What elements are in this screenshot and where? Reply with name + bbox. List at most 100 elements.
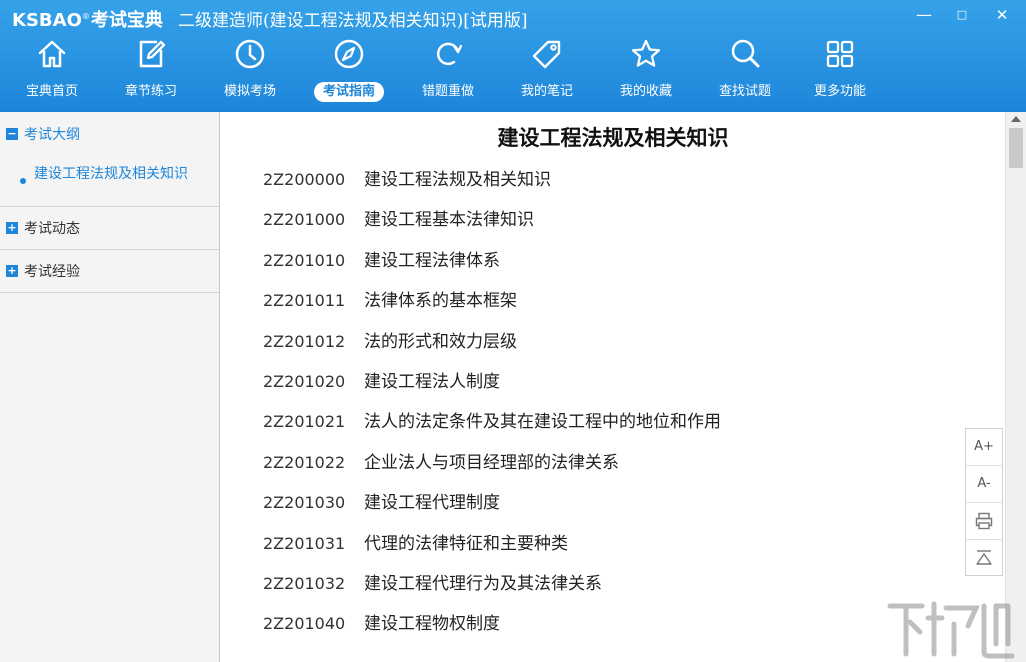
outline-row: 2Z201020 建设工程法人制度 <box>263 370 500 394</box>
outline-code: 2Z200000 <box>263 170 346 189</box>
bullet-icon <box>20 178 26 184</box>
sidebar-item-label: 建设工程法规及相关知识 <box>34 166 188 182</box>
sidebar: − 考试大纲 建设工程法规及相关知识 + 考试动态 + 考试经验 <box>0 112 220 662</box>
outline-code: 2Z201040 <box>263 614 346 633</box>
site-watermark <box>884 598 1024 660</box>
print-icon <box>975 512 993 530</box>
toolbar-item-label: 更多功能 <box>813 84 866 99</box>
toolbar-item-redo-wrong[interactable]: 错题重做 <box>403 32 493 112</box>
app-logo: KSBAO ® 考试宝典 <box>12 6 163 31</box>
sidebar-section-header[interactable]: + 考试动态 <box>6 218 80 238</box>
expand-icon[interactable]: + <box>6 222 18 234</box>
sidebar-section-header[interactable]: + 考试经验 <box>6 261 80 281</box>
search-icon <box>731 39 760 68</box>
toolbar-item-label: 章节练习 <box>124 84 177 99</box>
toolbar-item-label: 查找试题 <box>718 84 771 99</box>
toolbar-item-chapter-practice[interactable]: 章节练习 <box>106 32 196 112</box>
outline-code: 2Z201032 <box>263 574 346 593</box>
toolbar-item-mock-exam[interactable]: 模拟考场 <box>205 32 295 112</box>
logo-text-en: KSBAO <box>12 10 82 31</box>
toolbar-item-label: 我的笔记 <box>520 84 573 99</box>
collapse-icon[interactable]: − <box>6 128 18 140</box>
star-icon <box>631 39 661 67</box>
app-header: KSBAO ® 考试宝典 二级建造师(建设工程法规及相关知识)[试用版] — □… <box>0 0 1026 112</box>
outline-title: 建设工程代理制度 <box>364 493 500 513</box>
outline-title: 代理的法律特征和主要种类 <box>364 534 568 554</box>
outline-code: 2Z201010 <box>263 251 346 270</box>
outline-code: 2Z201022 <box>263 453 346 472</box>
back-to-top-button[interactable] <box>966 540 1002 577</box>
refresh-icon <box>437 42 463 66</box>
maximize-button[interactable]: □ <box>944 0 980 32</box>
outline-code: 2Z201011 <box>263 291 346 310</box>
outline-title: 建设工程法规及相关知识 <box>364 170 551 190</box>
outline-row: 2Z201021 法人的法定条件及其在建设工程中的地位和作用 <box>263 410 721 434</box>
outline-row: 2Z201032 建设工程代理行为及其法律关系 <box>263 572 602 596</box>
outline-row: 2Z201000 建设工程基本法律知识 <box>263 208 534 232</box>
sidebar-section-exam-news: + 考试动态 <box>0 207 219 250</box>
toolbar-item-my-favorites[interactable]: 我的收藏 <box>601 32 691 112</box>
main-toolbar: 宝典首页 章节练习 模拟考场 考试指南 错题重做 我的笔记 我的收藏 查找试题 … <box>0 32 1026 112</box>
font-decrease-button[interactable]: A- <box>966 466 1002 503</box>
sidebar-section-exam-outline: − 考试大纲 建设工程法规及相关知识 <box>0 112 219 207</box>
sidebar-section-label: 考试大纲 <box>24 127 80 143</box>
font-increase-button[interactable]: A+ <box>966 429 1002 466</box>
toolbar-item-label: 错题重做 <box>421 84 474 99</box>
outline-title: 建设工程法律体系 <box>364 251 500 271</box>
toolbar-item-label: 宝典首页 <box>25 84 78 99</box>
outline-row: 2Z201030 建设工程代理制度 <box>263 491 500 515</box>
toolbar-item-label: 我的收藏 <box>619 84 672 99</box>
sidebar-section-header[interactable]: − 考试大纲 <box>6 124 80 144</box>
sidebar-section-exam-experience: + 考试经验 <box>0 250 219 293</box>
expand-icon[interactable]: + <box>6 265 18 277</box>
outline-title: 企业法人与项目经理部的法律关系 <box>364 453 619 473</box>
title-bar: KSBAO ® 考试宝典 二级建造师(建设工程法规及相关知识)[试用版] — □… <box>0 0 1026 32</box>
outline-code: 2Z201031 <box>263 534 346 553</box>
home-icon <box>38 40 66 68</box>
tag-icon <box>532 40 561 69</box>
clock-icon <box>235 39 265 69</box>
toolbar-item-find-questions[interactable]: 查找试题 <box>700 32 790 112</box>
reader-tools-panel: A+ A- <box>965 428 1003 576</box>
logo-registered-mark: ® <box>81 12 90 21</box>
outline-row: 2Z201012 法的形式和效力层级 <box>263 330 517 354</box>
outline-row: 2Z201031 代理的法律特征和主要种类 <box>263 532 568 556</box>
print-button[interactable] <box>966 503 1002 540</box>
scroll-up-arrow-icon[interactable] <box>1011 116 1021 122</box>
toolbar-item-exam-guide[interactable]: 考试指南 <box>304 32 394 112</box>
toolbar-item-label: 模拟考场 <box>223 84 276 99</box>
toolbar-item-label: 考试指南 <box>314 82 384 102</box>
back-to-top-icon <box>976 550 992 565</box>
toolbar-item-home[interactable]: 宝典首页 <box>7 32 97 112</box>
toolbar-item-more-functions[interactable]: 更多功能 <box>795 32 885 112</box>
edit-icon <box>139 40 166 68</box>
outline-code: 2Z201012 <box>263 332 346 351</box>
outline-title: 建设工程法人制度 <box>364 372 500 392</box>
sidebar-section-label: 考试经验 <box>24 264 80 280</box>
outline-code: 2Z201000 <box>263 210 346 229</box>
outline-row: 2Z201022 企业法人与项目经理部的法律关系 <box>263 451 619 475</box>
outline-code: 2Z201030 <box>263 493 346 512</box>
close-button[interactable]: ✕ <box>984 0 1020 32</box>
outline-row: 2Z201011 法律体系的基本框架 <box>263 289 517 313</box>
sidebar-section-label: 考试动态 <box>24 221 80 237</box>
document-title: 建设工程法规及相关知识 <box>497 125 729 150</box>
window-title: 二级建造师(建设工程法规及相关知识)[试用版] <box>178 11 528 31</box>
outline-title: 法律体系的基本框架 <box>364 291 517 311</box>
outline-row: 2Z201010 建设工程法律体系 <box>263 249 500 273</box>
outline-title: 法人的法定条件及其在建设工程中的地位和作用 <box>364 412 721 432</box>
minimize-button[interactable]: — <box>906 0 942 32</box>
logo-text-cn: 考试宝典 <box>90 10 163 31</box>
scroll-thumb[interactable] <box>1009 128 1023 168</box>
outline-title: 建设工程物权制度 <box>364 614 500 634</box>
vertical-scrollbar[interactable] <box>1005 112 1026 662</box>
grid-icon <box>826 40 854 68</box>
content-pane: 建设工程法规及相关知识 2Z200000 建设工程法规及相关知识 2Z201000… <box>221 112 1005 662</box>
toolbar-item-my-notes[interactable]: 我的笔记 <box>502 32 592 112</box>
outline-code: 2Z201021 <box>263 412 346 431</box>
compass-icon <box>334 39 364 69</box>
watermark-logo-icon <box>887 601 1015 659</box>
outline-title: 法的形式和效力层级 <box>364 332 517 352</box>
outline-code: 2Z201020 <box>263 372 346 391</box>
outline-title: 建设工程代理行为及其法律关系 <box>364 574 602 594</box>
